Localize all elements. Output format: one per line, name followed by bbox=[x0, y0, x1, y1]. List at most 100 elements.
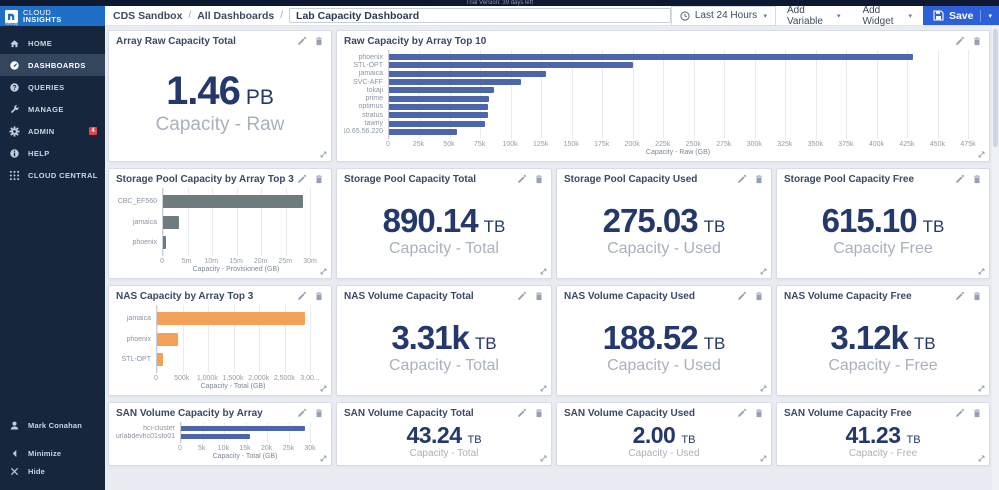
chart-plot-area bbox=[388, 50, 968, 139]
sidebar-item-admin[interactable]: ADMIN 4 bbox=[0, 120, 105, 142]
user-menu[interactable]: Mark Conahan bbox=[0, 416, 105, 434]
bar bbox=[181, 434, 250, 439]
resize-handle[interactable] bbox=[319, 150, 328, 159]
edit-widget-button[interactable] bbox=[297, 36, 307, 46]
delete-widget-button[interactable] bbox=[754, 408, 764, 418]
sidebar-item-dashboards[interactable]: DASHBOARDS bbox=[0, 54, 105, 76]
x-tick-label: 150k bbox=[564, 141, 579, 148]
x-tick-label: 30m bbox=[303, 258, 317, 265]
resize-handle[interactable] bbox=[977, 150, 986, 159]
sidebar-item-home[interactable]: HOME bbox=[0, 32, 105, 54]
raw-capacity-by-array-top-10-widget: Raw Capacity by Array Top 10phoenixSTL-O… bbox=[336, 30, 990, 162]
resize-handle[interactable] bbox=[759, 454, 768, 463]
sidebar-item-cloud-central[interactable]: CLOUD CENTRAL bbox=[0, 164, 105, 186]
home-icon bbox=[8, 37, 20, 49]
edit-widget-button[interactable] bbox=[737, 291, 747, 301]
resize-handle[interactable] bbox=[759, 384, 768, 393]
resize-handle[interactable] bbox=[539, 267, 548, 276]
category-label: jamaica bbox=[116, 308, 156, 329]
resize-handle[interactable] bbox=[319, 454, 328, 463]
delete-widget-button[interactable] bbox=[972, 408, 982, 418]
delete-widget-button[interactable] bbox=[314, 291, 324, 301]
x-tick-label: 0 bbox=[154, 375, 158, 382]
bar bbox=[163, 216, 179, 229]
metric-value: 615.10 bbox=[822, 202, 917, 240]
edit-widget-button[interactable] bbox=[517, 174, 527, 184]
scrollbar-thumb[interactable] bbox=[993, 29, 998, 147]
metric-subtitle: Capacity - Free bbox=[849, 448, 917, 459]
x-axis-label: Capacity - Provisioned (GB) bbox=[162, 265, 310, 274]
delete-widget-button[interactable] bbox=[754, 291, 764, 301]
x-tick-label: 200k bbox=[625, 141, 640, 148]
widget-title: NAS Volume Capacity Used bbox=[564, 291, 695, 302]
minimize-sidebar-button[interactable]: Minimize bbox=[0, 444, 105, 462]
sidebar-item-queries[interactable]: ? QUERIES bbox=[0, 76, 105, 98]
resize-handle[interactable] bbox=[977, 384, 986, 393]
widget-title: Storage Pool Capacity Used bbox=[564, 174, 697, 185]
edit-widget-button[interactable] bbox=[517, 291, 527, 301]
chart-plot-area bbox=[162, 188, 310, 256]
resize-handle[interactable] bbox=[977, 454, 986, 463]
category-label: jamaica bbox=[344, 70, 388, 78]
resize-handle[interactable] bbox=[319, 384, 328, 393]
resize-handle[interactable] bbox=[759, 267, 768, 276]
delete-widget-button[interactable] bbox=[534, 291, 544, 301]
dashboard-title-input[interactable] bbox=[289, 8, 671, 23]
x-tick-label: 50k bbox=[443, 141, 454, 148]
add-widget-button[interactable]: Add Widget ▾ bbox=[851, 6, 923, 25]
metric-subtitle: Capacity - Total bbox=[389, 357, 499, 375]
category-label: tokaji bbox=[344, 86, 388, 94]
save-menu-chevron-icon[interactable]: ▾ bbox=[988, 12, 992, 20]
sidebar-item-manage[interactable]: MANAGE bbox=[0, 98, 105, 120]
delete-widget-button[interactable] bbox=[972, 36, 982, 46]
metric-value: 41.23 bbox=[845, 422, 900, 449]
resize-handle[interactable] bbox=[977, 267, 986, 276]
metric-unit: TB bbox=[914, 334, 936, 354]
x-tick-label: 25k bbox=[283, 445, 294, 452]
resize-handle[interactable] bbox=[539, 454, 548, 463]
edit-widget-button[interactable] bbox=[737, 408, 747, 418]
x-tick-label: 325k bbox=[777, 141, 792, 148]
edit-widget-button[interactable] bbox=[955, 408, 965, 418]
app-logo[interactable]: CLOUD INSIGHTS NetApp bbox=[0, 6, 105, 26]
breadcrumb-tenant[interactable]: CDS Sandbox bbox=[113, 10, 182, 22]
delete-widget-button[interactable] bbox=[534, 174, 544, 184]
widget-title: Storage Pool Capacity Free bbox=[784, 174, 914, 185]
category-label: tawny bbox=[344, 119, 388, 127]
delete-widget-button[interactable] bbox=[972, 291, 982, 301]
delete-widget-button[interactable] bbox=[314, 36, 324, 46]
edit-widget-button[interactable] bbox=[297, 174, 307, 184]
save-button[interactable]: Save ▾ bbox=[923, 6, 999, 25]
edit-widget-button[interactable] bbox=[297, 291, 307, 301]
metric-subtitle: Capacity - Free bbox=[828, 357, 937, 375]
delete-widget-button[interactable] bbox=[754, 174, 764, 184]
edit-widget-button[interactable] bbox=[955, 291, 965, 301]
widget-title: SAN Volume Capacity Used bbox=[564, 408, 695, 419]
chevron-down-icon: ▾ bbox=[763, 12, 767, 20]
metric-display: 188.52TBCapacity - Used bbox=[564, 302, 764, 391]
resize-handle[interactable] bbox=[539, 384, 548, 393]
edit-widget-button[interactable] bbox=[955, 174, 965, 184]
bar bbox=[389, 87, 494, 93]
bar bbox=[181, 426, 305, 431]
breadcrumb-all-dashboards[interactable]: All Dashboards bbox=[197, 10, 274, 22]
delete-widget-button[interactable] bbox=[314, 174, 324, 184]
hide-sidebar-button[interactable]: Hide bbox=[0, 462, 105, 480]
edit-widget-button[interactable] bbox=[737, 174, 747, 184]
delete-widget-button[interactable] bbox=[972, 174, 982, 184]
add-variable-button[interactable]: Add Variable ▾ bbox=[776, 6, 851, 25]
category-label: SVC-AFF bbox=[344, 78, 388, 86]
edit-widget-button[interactable] bbox=[955, 36, 965, 46]
array-raw-capacity-total-widget: Array Raw Capacity Total1.46PBCapacity -… bbox=[108, 30, 332, 162]
delete-widget-button[interactable] bbox=[314, 408, 324, 418]
user-icon bbox=[8, 419, 20, 431]
resize-handle[interactable] bbox=[319, 267, 328, 276]
delete-widget-button[interactable] bbox=[534, 408, 544, 418]
sidebar-item-help[interactable]: HELP bbox=[0, 142, 105, 164]
edit-widget-button[interactable] bbox=[297, 408, 307, 418]
edit-widget-button[interactable] bbox=[517, 408, 527, 418]
metric-display: 1.46PBCapacity - Raw bbox=[116, 47, 324, 157]
x-tick-label: 175k bbox=[594, 141, 609, 148]
x-tick-label: 400k bbox=[869, 141, 884, 148]
time-range-selector[interactable]: Last 24 Hours ▾ bbox=[671, 6, 776, 26]
